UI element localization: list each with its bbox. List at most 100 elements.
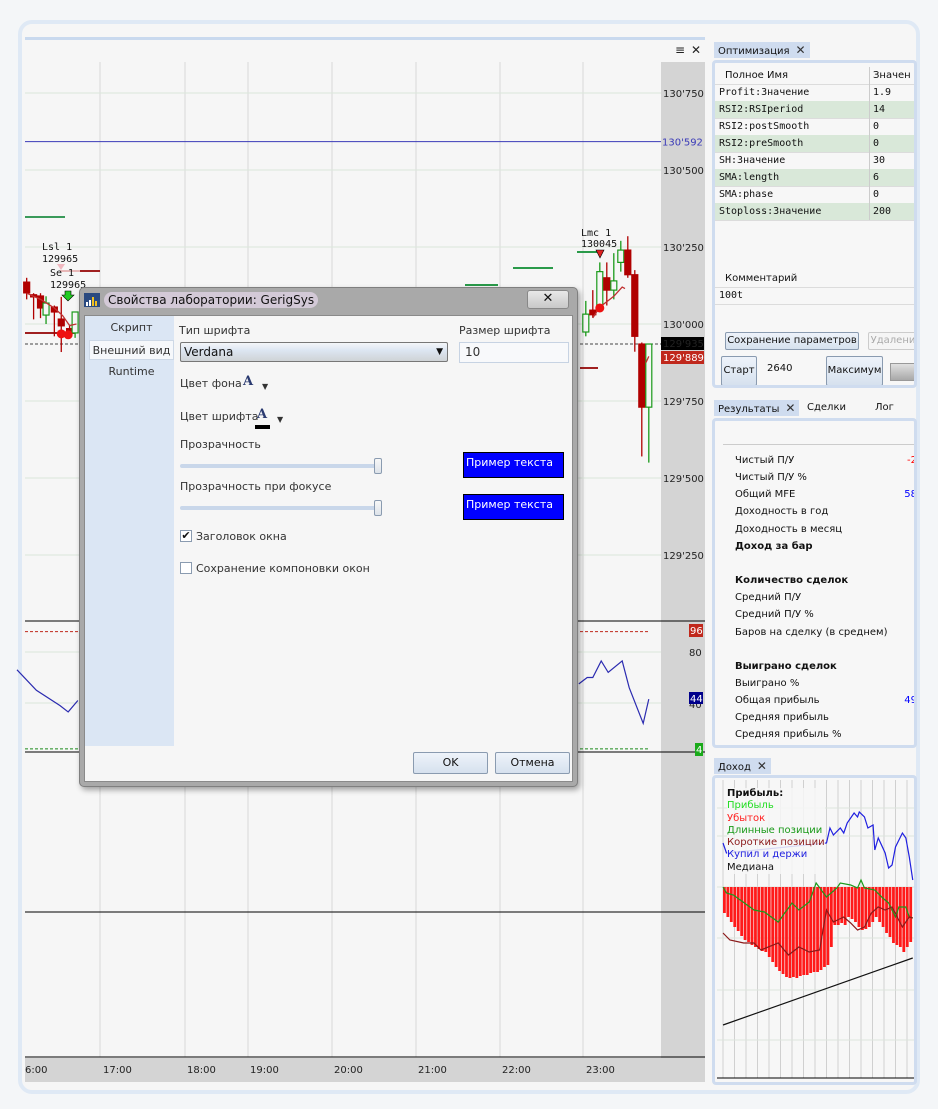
chevron-down-icon: ▼ (436, 347, 443, 357)
result-row: Доходность в год (735, 503, 914, 520)
parameter-value[interactable]: 200 (869, 203, 891, 220)
parameter-value[interactable]: 30 (869, 152, 885, 169)
candle-body (23, 281, 31, 294)
ok-button[interactable]: OK (413, 752, 488, 774)
loss-bar (747, 887, 750, 942)
price-tick-label: 129'500 (663, 474, 704, 485)
parameter-value[interactable]: 0 (869, 186, 879, 203)
bg-color-picker-icon[interactable]: A (243, 374, 253, 389)
loss-bar (819, 887, 823, 970)
font-type-label: Тип шрифта (179, 324, 251, 337)
chevron-down-icon[interactable]: ▼ (277, 415, 283, 424)
parameter-row[interactable]: RSI2:postSmooth 0 (715, 118, 914, 136)
opacity-slider-thumb[interactable] (374, 458, 382, 474)
candle-body (582, 313, 590, 333)
comment-header: Комментарий (715, 270, 914, 288)
dialog-close-button[interactable]: ✕ (527, 290, 569, 309)
income-legend: Прибыль: Прибыль Убыток Длинные позиции Кор… (727, 788, 825, 875)
price-tick-label: 129'750 (663, 397, 704, 408)
parameter-row[interactable]: Stoploss:Значение 200 (715, 203, 914, 221)
loss-bar (740, 887, 744, 936)
parameter-value[interactable]: 14 (869, 101, 885, 118)
parameter-value[interactable]: 1.9 (869, 84, 891, 101)
nav-runtime[interactable]: Runtime (89, 362, 174, 382)
optimization-panel: Полное Имя Значен Profit:Значение 1.9 RSI2… (712, 60, 917, 388)
result-value: -2 (907, 455, 917, 466)
delete-button[interactable]: Удалени (868, 332, 914, 350)
dialog-nav: Скрипт Внешний вид Runtime (85, 316, 174, 746)
loss-bar (778, 887, 781, 971)
close-icon[interactable]: ✕ (757, 759, 767, 773)
font-size-input[interactable]: 10 (459, 342, 569, 363)
close-icon[interactable]: ✕ (785, 401, 795, 415)
column-header-value[interactable]: Значен (869, 67, 911, 84)
opacity-slider-track[interactable] (180, 464, 378, 468)
entry-marker[interactable] (63, 330, 73, 340)
font-type-select[interactable]: Verdana ▼ (180, 342, 448, 362)
progress-bar (890, 363, 914, 381)
font-color-swatch (255, 425, 270, 429)
parameter-value[interactable]: 0 (869, 135, 879, 152)
nav-script[interactable]: Скрипт (89, 318, 174, 338)
parameter-row[interactable]: RSI2:preSmooth 0 (715, 135, 914, 153)
legend-item: Медиана (727, 861, 774, 873)
sample-text-preview: Пример текста (463, 494, 564, 520)
tab-income[interactable]: Доход ✕ (714, 758, 771, 774)
result-label: Средняя прибыль (735, 712, 829, 723)
rsi-current-label: 44 (690, 694, 703, 705)
window-title-checkbox[interactable]: ✔ (180, 530, 192, 542)
focus-opacity-slider-thumb[interactable] (374, 500, 382, 516)
start-button[interactable]: Старт (721, 356, 757, 385)
parameter-row[interactable]: SMA:length 6 (715, 169, 914, 187)
comment-value-row[interactable]: 100t (715, 287, 914, 305)
column-header-name[interactable]: Полное Имя (725, 67, 788, 84)
cancel-button[interactable]: Отмена (495, 752, 570, 774)
candle-body (610, 280, 618, 291)
font-color-picker-icon[interactable]: A (257, 407, 267, 422)
parameter-value[interactable]: 0 (869, 118, 879, 135)
result-label: Количество сделок (735, 575, 849, 586)
nav-appearance[interactable]: Внешний вид (89, 340, 174, 360)
result-label: Доход за бар (735, 541, 813, 552)
parameter-name: SMA:phase (719, 189, 774, 200)
legend-item: Короткие позиции (727, 837, 825, 849)
parameter-value[interactable]: 6 (869, 169, 879, 186)
results-panel: Чистый П/У -2 Чистый П/У % Общий MFE 58 Доход… (712, 418, 917, 748)
comment-value[interactable]: 100t (719, 287, 743, 304)
maximum-button[interactable]: Максимум (826, 356, 883, 385)
save-layout-label: Сохранение компоновки окон (196, 562, 370, 575)
result-row: Общая прибыль 49 (735, 692, 914, 709)
price-tick-label: 130'500 (663, 166, 704, 177)
loss-bar (760, 887, 764, 951)
tab-trades[interactable]: Сделки (803, 400, 850, 416)
loss-bar (792, 887, 795, 977)
entry-marker[interactable] (595, 303, 605, 313)
result-label: Доходность в год (735, 506, 829, 517)
rsi-upper-label: 96 (690, 626, 703, 637)
save-layout-checkbox[interactable] (180, 562, 192, 574)
tab-results[interactable]: Результаты ✕ (714, 400, 800, 416)
save-parameters-button[interactable]: Сохранение параметров (725, 332, 859, 350)
parameter-row[interactable]: SH:Значение 30 (715, 152, 914, 170)
close-icon[interactable]: ✕ (796, 43, 806, 57)
tab-label: Оптимизация (718, 46, 790, 57)
loss-bar (750, 887, 754, 945)
legend-item: Убыток (727, 812, 766, 824)
tab-optimization[interactable]: Оптимизация ✕ (714, 42, 810, 58)
parameter-row[interactable]: RSI2:RSIperiod 14 (715, 101, 914, 119)
iteration-count: 2640 (767, 363, 793, 374)
parameter-row[interactable]: Profit:Значение 1.9 (715, 84, 914, 102)
time-tick-label: 20:00 (334, 1065, 363, 1076)
result-row: Чистый П/У % (735, 469, 914, 486)
chevron-down-icon[interactable]: ▼ (262, 382, 268, 391)
loss-bar (888, 887, 892, 937)
app-chart-icon (84, 293, 100, 307)
tab-log[interactable]: Лог (871, 400, 898, 416)
parameter-row[interactable]: SMA:phase 0 (715, 186, 914, 204)
loss-bar (816, 887, 819, 972)
result-label: Средняя прибыль % (735, 729, 842, 740)
legend-item: Длинные позиции (727, 824, 823, 836)
candle-body (631, 274, 639, 337)
focus-opacity-slider-track[interactable] (180, 506, 378, 510)
result-label: Общая прибыль (735, 695, 820, 706)
